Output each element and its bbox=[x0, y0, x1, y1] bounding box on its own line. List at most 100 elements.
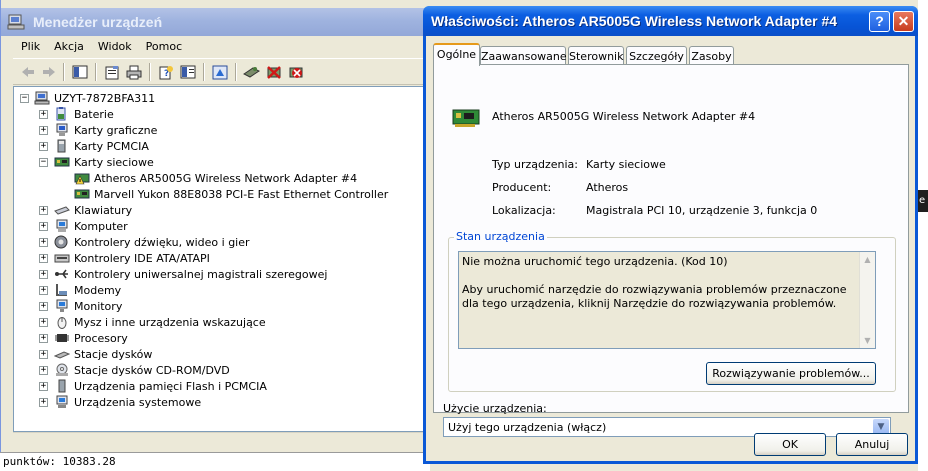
tree-expand-usb[interactable]: + bbox=[39, 270, 48, 279]
modem-icon bbox=[56, 284, 67, 296]
device-manager-menubar: Plik Akcja Widok Pomoc bbox=[13, 36, 431, 58]
tree-item-ide[interactable]: Kontrolery IDE ATA/ATAPI bbox=[54, 250, 210, 266]
location-label: Lokalizacja: bbox=[492, 204, 556, 217]
cancel-button[interactable]: Anuluj bbox=[836, 433, 908, 456]
console-tree-icon[interactable] bbox=[71, 64, 88, 80]
tree-item-label: Klawiatury bbox=[74, 203, 133, 217]
tree-expand-modems[interactable]: + bbox=[39, 286, 48, 295]
tree-item-sound[interactable]: Kontrolery dźwięku, wideo i gier bbox=[54, 234, 250, 250]
background-points-text: punktów: 10383.28 bbox=[3, 455, 116, 468]
tab-driver[interactable]: Sterownik bbox=[568, 46, 624, 65]
tree-item-monitors[interactable]: Monitory bbox=[54, 298, 122, 314]
tree-item-label: Komputer bbox=[74, 219, 128, 233]
close-button[interactable]: ✕ bbox=[893, 11, 914, 32]
tree-item-flash[interactable]: Urządzenia pamięci Flash i PCMCIA bbox=[54, 378, 267, 394]
tree-item-computer[interactable]: Komputer bbox=[54, 218, 128, 234]
scroll-down-icon[interactable]: ▼ bbox=[860, 333, 875, 348]
tree-expand-cdrom[interactable]: + bbox=[39, 366, 48, 375]
tree-item-keyboards[interactable]: Klawiatury bbox=[54, 202, 132, 218]
tree-item-label: Stacje dysków CD-ROM/DVD bbox=[74, 363, 230, 377]
flash-memory-icon bbox=[58, 379, 66, 393]
troubleshoot-button[interactable]: Rozwiązywanie problemów... bbox=[706, 362, 876, 385]
tree-collapse-root[interactable]: − bbox=[20, 94, 29, 103]
tab-general[interactable]: Ogólne bbox=[433, 43, 480, 66]
keyboard-icon bbox=[54, 206, 70, 215]
uninstall-device-icon[interactable] bbox=[287, 64, 304, 80]
tree-item-label: Karty PCMCIA bbox=[74, 139, 149, 153]
view-icon[interactable] bbox=[179, 64, 196, 80]
status-error-text: Nie można uruchomić tego urządzenia. (Ko… bbox=[462, 255, 728, 268]
tree-item-disk-drives[interactable]: Stacje dysków bbox=[54, 346, 152, 362]
tree-expand-mice[interactable]: + bbox=[39, 318, 48, 327]
tree-expand-disk-drives[interactable]: + bbox=[39, 350, 48, 359]
tree-expand-keyboards[interactable]: + bbox=[39, 206, 48, 215]
tree-item-label: Kontrolery uniwersalnej magistrali szere… bbox=[74, 267, 328, 281]
tree-item-atheros-adapter[interactable]: Atheros AR5005G Wireless Network Adapter… bbox=[74, 170, 357, 186]
tree-expand-pcmcia[interactable]: + bbox=[39, 142, 48, 151]
tree-item-batteries[interactable]: Baterie bbox=[54, 106, 114, 122]
device-manager-titlebar[interactable]: Menedżer urządzeń bbox=[1, 8, 431, 36]
tree-collapse-network-adapters[interactable]: − bbox=[39, 158, 48, 167]
device-tree[interactable]: − UZYT-7872BFA311 + Baterie + Karty graf… bbox=[13, 86, 431, 432]
battery-icon bbox=[56, 107, 66, 121]
location-value: Magistrala PCI 10, urządzenie 3, funkcja… bbox=[586, 204, 818, 217]
tree-item-display-adapters[interactable]: Karty graficzne bbox=[54, 122, 157, 138]
tree-item-mice[interactable]: Mysz i inne urządzenia wskazujące bbox=[54, 314, 266, 330]
print-icon[interactable] bbox=[125, 64, 142, 80]
tree-item-network-adapters[interactable]: Karty sieciowe bbox=[54, 154, 154, 170]
forward-arrow-icon[interactable] bbox=[40, 64, 57, 80]
close-icon: ✕ bbox=[897, 13, 910, 29]
help-button[interactable]: ? bbox=[869, 11, 890, 32]
scroll-up-icon[interactable]: ▲ bbox=[860, 252, 875, 267]
tree-item-label: Baterie bbox=[74, 107, 114, 121]
dialog-titlebar[interactable]: Właściwości: Atheros AR5005G Wireless Ne… bbox=[423, 6, 918, 36]
device-status-textbox[interactable]: Nie można uruchomić tego urządzenia. (Ko… bbox=[458, 251, 876, 349]
tree-root-computer[interactable]: UZYT-7872BFA311 bbox=[34, 90, 155, 106]
tree-item-pcmcia[interactable]: Karty PCMCIA bbox=[54, 138, 149, 154]
tree-item-label: Monitory bbox=[74, 299, 123, 313]
tab-advanced[interactable]: Zaawansowane bbox=[480, 46, 567, 65]
tree-item-modems[interactable]: Modemy bbox=[54, 282, 121, 298]
tree-expand-sound[interactable]: + bbox=[39, 238, 48, 247]
tab-details[interactable]: Szczegóły bbox=[626, 46, 687, 65]
tree-expand-display-adapters[interactable]: + bbox=[39, 126, 48, 135]
tab-resources[interactable]: Zasoby bbox=[689, 46, 734, 65]
computer-icon bbox=[34, 91, 50, 105]
menu-action[interactable]: Akcja bbox=[46, 36, 90, 53]
tree-expand-system-devices[interactable]: + bbox=[39, 398, 48, 407]
tree-item-system-devices[interactable]: Urządzenia systemowe bbox=[54, 394, 201, 410]
cdrom-icon bbox=[56, 363, 68, 376]
menu-file[interactable]: Plik bbox=[13, 36, 46, 53]
device-manager-icon bbox=[7, 14, 25, 30]
device-manager-window: Menedżer urządzeń Plik Akcja Widok Pomoc ? bbox=[0, 0, 431, 452]
tree-item-label: Karty graficzne bbox=[74, 123, 158, 137]
scan-hardware-icon[interactable] bbox=[243, 64, 260, 80]
tree-expand-batteries[interactable]: + bbox=[39, 110, 48, 119]
tree-item-usb[interactable]: Kontrolery uniwersalnej magistrali szere… bbox=[54, 266, 327, 282]
tree-item-cdrom[interactable]: Stacje dysków CD-ROM/DVD bbox=[54, 362, 230, 378]
menu-help[interactable]: Pomoc bbox=[138, 36, 188, 53]
disable-device-icon[interactable] bbox=[265, 64, 282, 80]
ok-button[interactable]: OK bbox=[754, 433, 826, 456]
tree-expand-processors[interactable]: + bbox=[39, 334, 48, 343]
status-scrollbar[interactable]: ▲ ▼ bbox=[859, 252, 875, 348]
tree-expand-computer[interactable]: + bbox=[39, 222, 48, 231]
tree-expand-monitors[interactable]: + bbox=[39, 302, 48, 311]
device-manager-toolbar: ? bbox=[13, 58, 431, 85]
tree-expand-flash[interactable]: + bbox=[39, 382, 48, 391]
menu-view[interactable]: Widok bbox=[90, 36, 138, 53]
background-edge-strip: e bbox=[918, 0, 928, 471]
tree-item-label: Stacje dysków bbox=[74, 347, 153, 361]
tree-item-marvell-adapter[interactable]: Marvell Yukon 88E8038 PCI-E Fast Etherne… bbox=[74, 186, 388, 202]
tree-item-processors[interactable]: Procesory bbox=[54, 330, 128, 346]
tree-expand-ide[interactable]: + bbox=[39, 254, 48, 263]
refresh-icon[interactable] bbox=[211, 64, 228, 80]
properties-dialog: Właściwości: Atheros AR5005G Wireless Ne… bbox=[423, 6, 918, 464]
help-icon[interactable]: ? bbox=[157, 64, 174, 80]
device-usage-label: Użycie urządzenia: bbox=[443, 402, 547, 415]
usb-icon bbox=[55, 269, 68, 279]
network-adapter-icon bbox=[452, 109, 480, 127]
properties-icon[interactable] bbox=[103, 64, 120, 80]
back-arrow-icon[interactable] bbox=[19, 64, 36, 80]
tree-item-label: Atheros AR5005G Wireless Network Adapter… bbox=[94, 171, 358, 185]
